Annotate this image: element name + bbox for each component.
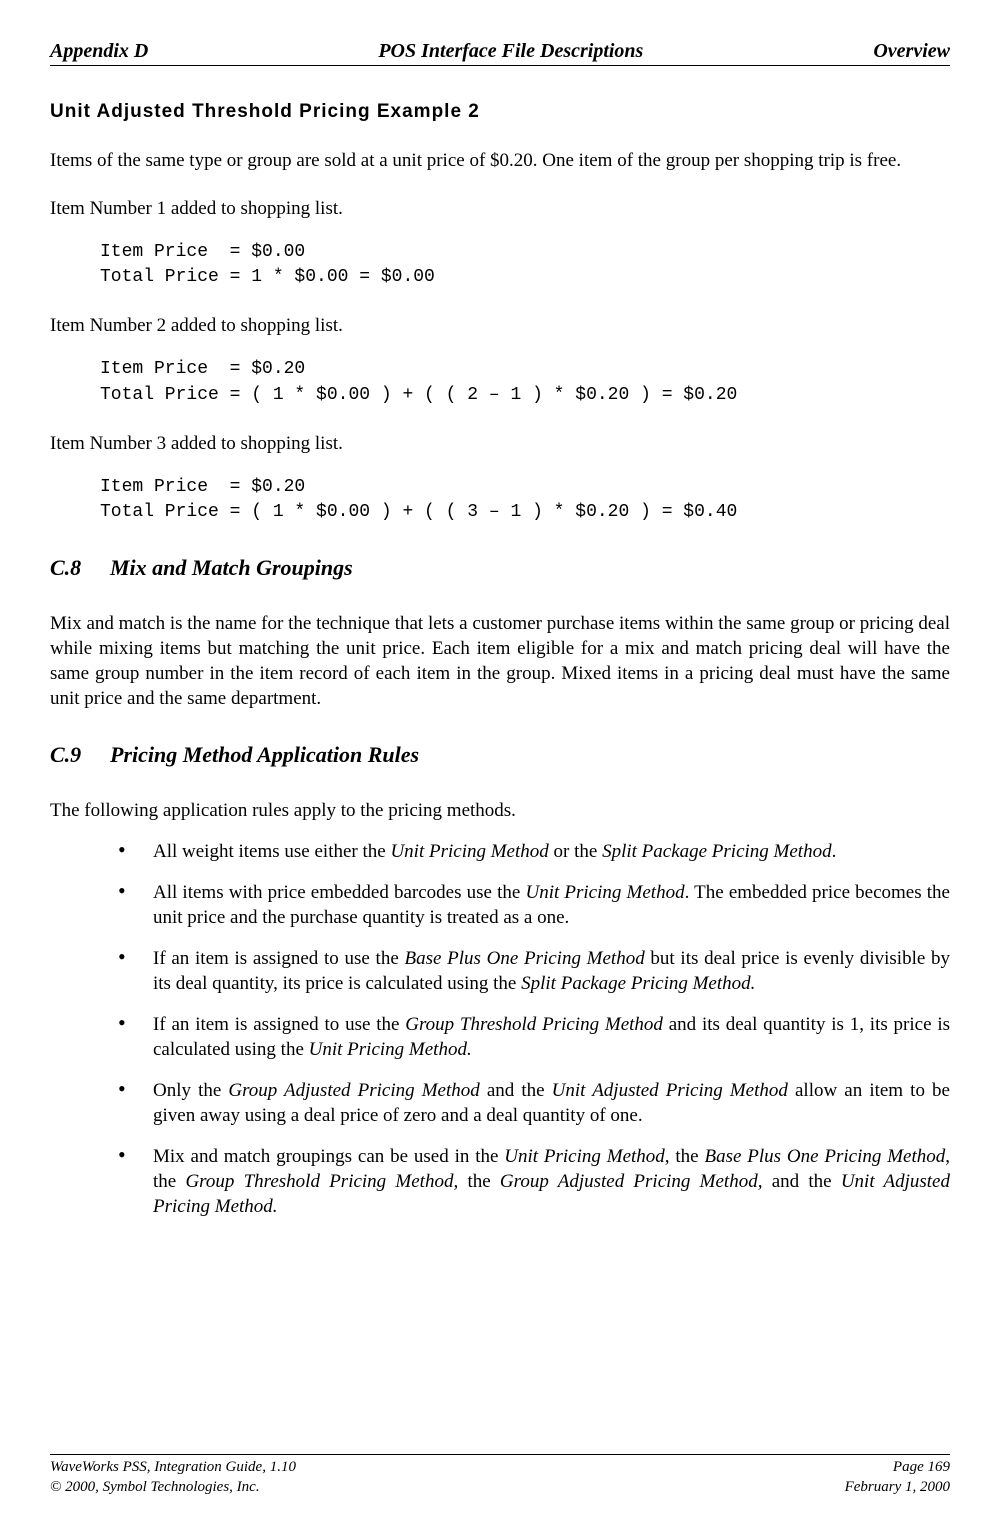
item-3-calc: Item Price = $0.20 Total Price = ( 1 * $…: [100, 475, 950, 525]
list-italic: Unit Pricing Method: [525, 882, 684, 903]
header-right: Overview: [873, 40, 950, 63]
c9-intro: The following application rules apply to…: [50, 798, 950, 823]
list-text: or the: [549, 841, 602, 862]
list-italic: Unit Pricing Method: [390, 841, 548, 862]
page-header: Appendix D POS Interface File Descriptio…: [50, 40, 950, 66]
list-text: Mix and match groupings can be used in t…: [153, 1146, 504, 1167]
subsection-c9-heading: C.9Pricing Method Application Rules: [50, 742, 950, 768]
list-italic: Group Adjusted Pricing Method,: [500, 1171, 763, 1192]
list-italic: Group Adjusted Pricing Method: [228, 1080, 479, 1101]
list-item: If an item is assigned to use the Base P…: [118, 946, 950, 996]
footer-page-number: Page 169: [845, 1457, 950, 1477]
list-italic: Base Plus One Pricing Method: [704, 1146, 945, 1167]
list-text: and the: [480, 1080, 552, 1101]
c8-paragraph: Mix and match is the name for the techni…: [50, 611, 950, 711]
list-italic: Base Plus One Pricing Method: [404, 948, 644, 969]
list-text: If an item is assigned to use the: [153, 1014, 405, 1035]
item-3-label: Item Number 3 added to shopping list.: [50, 433, 950, 455]
list-text: the: [458, 1171, 500, 1192]
item-1-label: Item Number 1 added to shopping list.: [50, 198, 950, 220]
list-item: All items with price embedded barcodes u…: [118, 880, 950, 930]
footer-copyright: © 2000, Symbol Technologies, Inc.: [50, 1477, 296, 1497]
subsection-c9-num: C.9: [50, 742, 110, 768]
list-text: .: [832, 841, 837, 862]
list-italic: Group Threshold Pricing Method,: [185, 1171, 458, 1192]
intro-paragraph: Items of the same type or group are sold…: [50, 148, 950, 173]
list-item: Mix and match groupings can be used in t…: [118, 1144, 950, 1219]
subsection-c8-num: C.8: [50, 555, 110, 581]
list-italic: Split Package Pricing Method: [602, 841, 832, 862]
subsection-c9-title: Pricing Method Application Rules: [110, 742, 419, 767]
footer-date: February 1, 2000: [845, 1477, 950, 1497]
list-item: Only the Group Adjusted Pricing Method a…: [118, 1078, 950, 1128]
footer-left: WaveWorks PSS, Integration Guide, 1.10 ©…: [50, 1457, 296, 1498]
list-text: Only the: [153, 1080, 228, 1101]
header-left: Appendix D: [50, 40, 148, 63]
list-item: If an item is assigned to use the Group …: [118, 1012, 950, 1062]
c9-bullet-list: All weight items use either the Unit Pri…: [118, 839, 950, 1220]
list-text: , the: [665, 1146, 705, 1167]
list-italic: Split Package Pricing Method.: [521, 973, 755, 994]
header-center: POS Interface File Descriptions: [378, 40, 643, 63]
list-italic: Group Threshold Pricing Method: [405, 1014, 663, 1035]
page-footer: WaveWorks PSS, Integration Guide, 1.10 ©…: [50, 1454, 950, 1498]
section-heading: Unit Adjusted Threshold Pricing Example …: [50, 101, 950, 123]
subsection-c8-heading: C.8Mix and Match Groupings: [50, 555, 950, 581]
list-italic: Unit Adjusted Pricing Method: [552, 1080, 788, 1101]
list-text: and the: [762, 1171, 840, 1192]
list-item: All weight items use either the Unit Pri…: [118, 839, 950, 864]
list-text: All weight items use either the: [153, 841, 390, 862]
item-2-calc: Item Price = $0.20 Total Price = ( 1 * $…: [100, 357, 950, 407]
footer-doc-title: WaveWorks PSS, Integration Guide, 1.10: [50, 1457, 296, 1477]
item-2-label: Item Number 2 added to shopping list.: [50, 315, 950, 337]
list-text: All items with price embedded barcodes u…: [153, 882, 525, 903]
footer-right: Page 169 February 1, 2000: [845, 1457, 950, 1498]
subsection-c8-title: Mix and Match Groupings: [110, 555, 353, 580]
list-italic: Unit Pricing Method: [504, 1146, 665, 1167]
item-1-calc: Item Price = $0.00 Total Price = 1 * $0.…: [100, 240, 950, 290]
list-italic: Unit Pricing Method.: [309, 1039, 472, 1060]
list-text: If an item is assigned to use the: [153, 948, 404, 969]
